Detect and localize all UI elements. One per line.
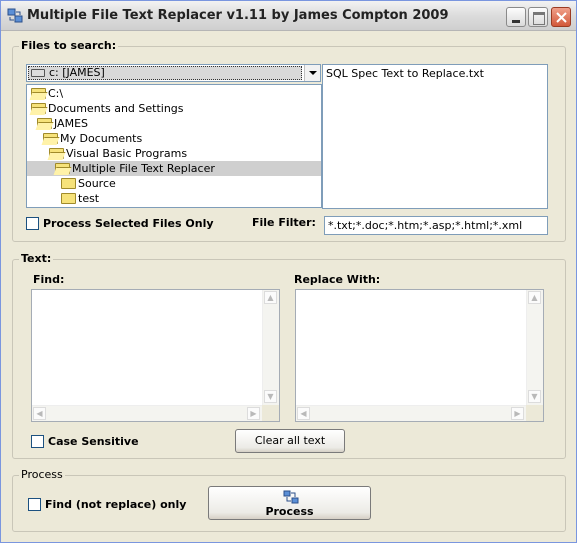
scroll-down-icon[interactable]: ▼ <box>264 390 277 403</box>
process-button-label: Process <box>265 505 314 518</box>
process-group-label: Process <box>19 468 65 481</box>
minimize-button[interactable] <box>506 7 526 27</box>
file-filter-input[interactable]: *.txt;*.doc;*.htm;*.asp;*.html;*.xml <box>324 216 548 235</box>
folder-icon <box>37 118 52 129</box>
directory-label: My Documents <box>60 132 143 145</box>
scroll-corner <box>262 405 279 421</box>
find-label: Find: <box>33 273 65 286</box>
process-icon <box>283 490 299 504</box>
close-icon <box>556 12 567 23</box>
process-button[interactable]: Process <box>208 486 371 520</box>
app-icon <box>7 8 23 23</box>
replace-horizontal-scrollbar[interactable]: ◀ ▶ <box>296 405 527 421</box>
directory-list[interactable]: C:\ Documents and Settings JAMES My Documen… <box>26 84 322 208</box>
directory-label: Visual Basic Programs <box>66 147 188 160</box>
directory-item[interactable]: test <box>27 191 321 206</box>
scroll-down-icon[interactable]: ▼ <box>528 390 541 403</box>
folder-icon <box>55 163 70 174</box>
folder-icon <box>31 103 46 114</box>
folder-icon <box>61 193 76 204</box>
find-vertical-scrollbar[interactable]: ▲ ▼ <box>262 290 279 406</box>
title-bar[interactable]: Multiple File Text Replacer v1.11 by Jam… <box>1 1 576 31</box>
clear-all-text-button[interactable]: Clear all text <box>235 429 345 453</box>
folder-icon <box>43 133 58 144</box>
scroll-right-icon[interactable]: ▶ <box>247 407 260 420</box>
drive-label: c: [JAMES] <box>49 66 105 79</box>
files-group-label: Files to search: <box>19 39 119 52</box>
directory-item[interactable]: Visual Basic Programs <box>27 146 321 161</box>
process-selected-label: Process Selected Files Only <box>43 217 214 230</box>
replace-vertical-scrollbar[interactable]: ▲ ▼ <box>526 290 543 406</box>
directory-label: Documents and Settings <box>48 102 184 115</box>
close-button[interactable] <box>551 7 571 27</box>
scroll-left-icon[interactable]: ◀ <box>33 407 46 420</box>
directory-label: JAMES <box>54 117 88 130</box>
find-textarea[interactable]: ▲ ▼ ◀ ▶ <box>31 289 280 422</box>
scroll-corner <box>526 405 543 421</box>
directory-item[interactable]: Documents and Settings <box>27 101 321 116</box>
directory-label: C:\ <box>48 87 64 100</box>
scroll-left-icon[interactable]: ◀ <box>297 407 310 420</box>
file-filter-label: File Filter: <box>252 216 316 229</box>
scroll-right-icon[interactable]: ▶ <box>511 407 524 420</box>
app-window: Multiple File Text Replacer v1.11 by Jam… <box>0 0 577 543</box>
find-only-label: Find (not replace) only <box>45 498 187 511</box>
text-group-label: Text: <box>19 252 54 265</box>
replace-textarea[interactable]: ▲ ▼ ◀ ▶ <box>295 289 544 422</box>
maximize-button[interactable] <box>528 7 548 27</box>
directory-item[interactable]: Source <box>27 176 321 191</box>
file-list-item[interactable]: SQL Spec Text to Replace.txt <box>326 67 544 80</box>
case-sensitive-label: Case Sensitive <box>48 435 139 448</box>
find-horizontal-scrollbar[interactable]: ◀ ▶ <box>32 405 263 421</box>
directory-label: Source <box>78 177 116 190</box>
scroll-up-icon[interactable]: ▲ <box>264 291 277 304</box>
drive-selector[interactable]: c: [JAMES] <box>26 64 321 82</box>
folder-icon <box>31 88 46 99</box>
directory-label: test <box>78 192 100 205</box>
process-selected-checkbox[interactable] <box>26 217 39 230</box>
file-list[interactable]: SQL Spec Text to Replace.txt <box>322 64 548 209</box>
directory-item[interactable]: C:\ <box>27 86 321 101</box>
window-title: Multiple File Text Replacer v1.11 by Jam… <box>27 8 449 23</box>
scroll-up-icon[interactable]: ▲ <box>528 291 541 304</box>
replace-with-label: Replace With: <box>294 273 381 286</box>
drive-selected-value: c: [JAMES] <box>28 66 302 80</box>
directory-item[interactable]: JAMES <box>27 116 321 131</box>
directory-item[interactable]: Multiple File Text Replacer <box>27 161 321 176</box>
directory-label: Multiple File Text Replacer <box>72 162 215 175</box>
folder-icon <box>61 178 76 189</box>
drive-icon <box>31 69 45 77</box>
directory-item[interactable]: My Documents <box>27 131 321 146</box>
chevron-down-icon[interactable] <box>304 65 320 81</box>
find-only-checkbox[interactable] <box>28 498 41 511</box>
case-sensitive-checkbox[interactable] <box>31 435 44 448</box>
folder-icon <box>49 148 64 159</box>
